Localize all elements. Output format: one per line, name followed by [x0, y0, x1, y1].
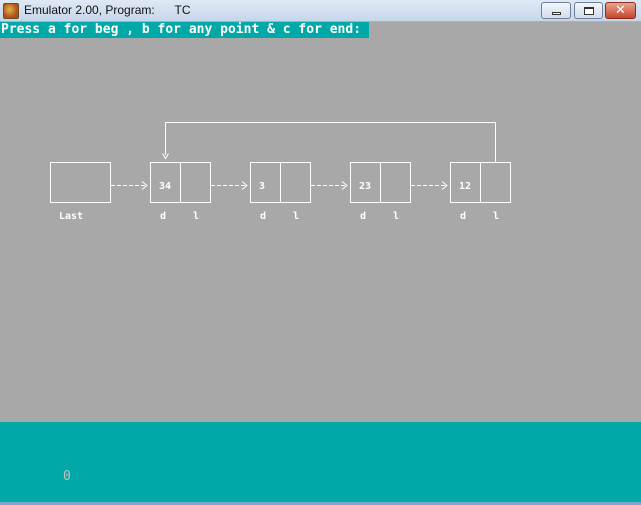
link-arrow — [211, 181, 248, 190]
link-arrow — [111, 181, 148, 190]
node-value: 34 — [159, 181, 171, 192]
node-value: 12 — [459, 181, 471, 192]
link-field-label: l — [493, 211, 499, 222]
link-field-label: l — [193, 211, 199, 222]
last-label: Last — [59, 211, 83, 222]
status-value: 0 — [63, 469, 71, 484]
link-arrow — [411, 181, 448, 190]
list-node: 23 d l — [350, 162, 411, 222]
link-field-label: l — [293, 211, 299, 222]
link-arrow — [311, 181, 348, 190]
circular-back-link — [162, 122, 496, 163]
last-pointer-box — [50, 162, 111, 203]
list-node: 34 d l — [150, 162, 211, 222]
data-field-label: d — [460, 211, 466, 222]
node-value: 3 — [259, 181, 265, 192]
data-field-label: d — [360, 211, 366, 222]
link-field-label: l — [393, 211, 399, 222]
status-panel — [0, 422, 641, 502]
data-field-label: d — [160, 211, 166, 222]
list-node: 12 d l — [450, 162, 511, 222]
list-node: 3 d l — [250, 162, 311, 222]
data-field-label: d — [260, 211, 266, 222]
node-value: 23 — [359, 181, 371, 192]
